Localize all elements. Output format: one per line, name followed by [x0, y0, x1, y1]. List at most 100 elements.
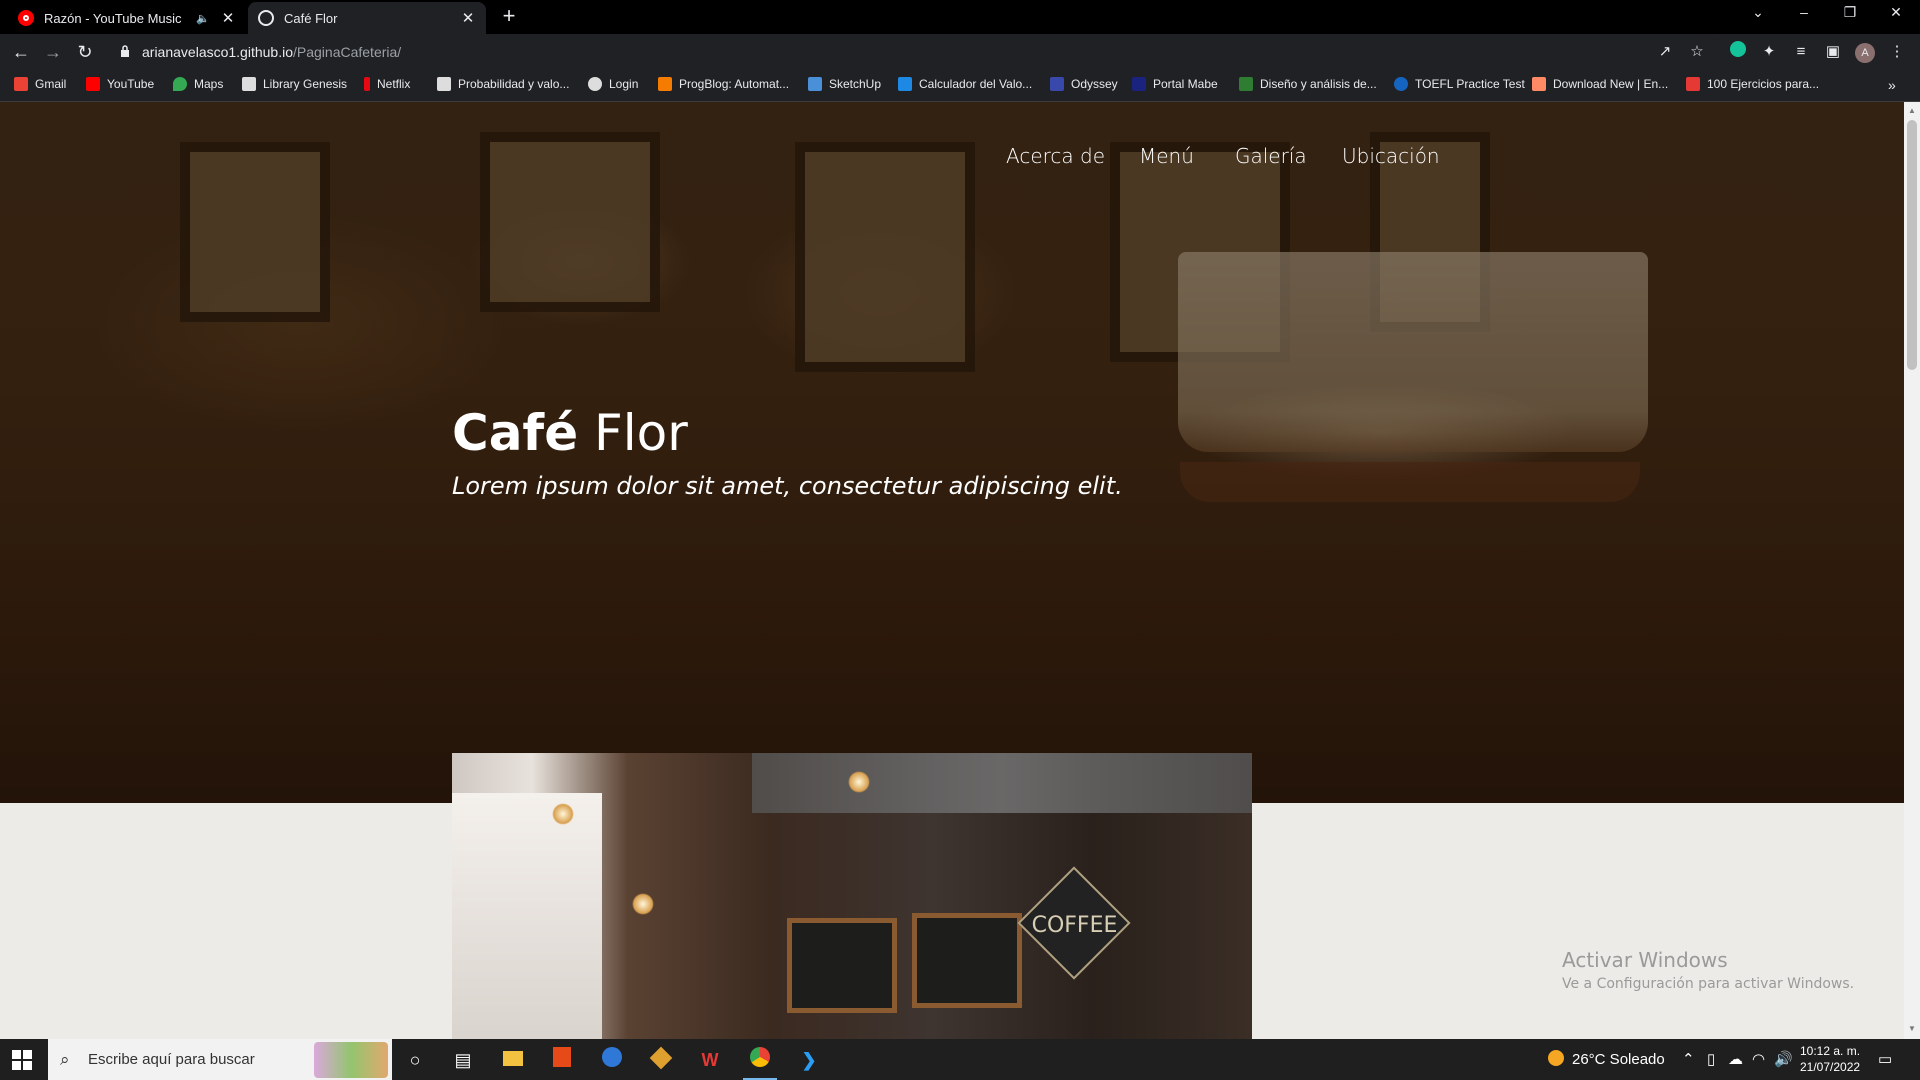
bookmark-library-genesis[interactable]: Library Genesis	[242, 77, 347, 91]
close-window-button[interactable]: ✕	[1884, 4, 1908, 21]
task-view-icon[interactable]: ▤	[450, 1047, 476, 1073]
speaker-icon[interactable]: 🔈	[196, 12, 210, 25]
tab-youtube-music[interactable]: Razón - YouTube Music 🔈 ✕	[8, 2, 246, 34]
bookmark-youtube[interactable]: YouTube	[86, 77, 154, 91]
firefox-icon[interactable]	[599, 1047, 625, 1073]
youtube-icon	[86, 77, 100, 91]
bookmark-label: Diseño y análisis de...	[1260, 77, 1377, 91]
bookmark-100-ejercicios[interactable]: 100 Ejercicios para...	[1686, 77, 1819, 91]
web-page: Acerca de Menú Galería Ubicación Café Fl…	[0, 102, 1904, 1039]
bookmark-diseno[interactable]: Diseño y análisis de...	[1239, 77, 1377, 91]
calculator-icon	[898, 77, 912, 91]
reading-list-icon[interactable]: ≡	[1790, 41, 1812, 63]
netflix-icon	[364, 77, 370, 91]
nav-menu[interactable]: Menú	[1139, 144, 1194, 168]
bookmark-download-new[interactable]: Download New | En...	[1532, 77, 1668, 91]
hero-section: Acerca de Menú Galería Ubicación Café Fl…	[0, 102, 1904, 803]
sketchup-icon	[808, 77, 822, 91]
scroll-up-icon[interactable]: ▲	[1908, 106, 1916, 115]
forward-button[interactable]: →	[42, 41, 64, 63]
volume-icon[interactable]: 🔊	[1774, 1050, 1793, 1068]
bookmarks-overflow-icon[interactable]: »	[1888, 77, 1896, 93]
extensions-icon[interactable]: ✦	[1758, 41, 1780, 63]
back-button[interactable]: ←	[10, 41, 32, 63]
bookmark-star-icon[interactable]: ☆	[1686, 41, 1708, 63]
restore-button[interactable]: ❐	[1838, 4, 1862, 21]
file-explorer-icon[interactable]	[500, 1047, 526, 1073]
login-icon	[588, 77, 602, 91]
windows-activation-watermark: Activar Windows Ve a Configuración para …	[1562, 948, 1854, 992]
clock-date: 21/07/2022	[1800, 1060, 1861, 1074]
bookmark-label: Portal Mabe	[1153, 77, 1218, 91]
lock-icon	[121, 45, 129, 57]
wifi-icon[interactable]: ◠	[1752, 1050, 1765, 1068]
meet-now-icon[interactable]: ▯	[1707, 1050, 1715, 1068]
bookmark-label: Netflix	[377, 77, 411, 91]
hero-title-bold: Café	[452, 404, 579, 462]
reload-button[interactable]: ↻	[74, 41, 96, 63]
notifications-icon[interactable]: ▭	[1878, 1050, 1892, 1068]
bookmark-maps[interactable]: Maps	[173, 77, 223, 91]
maps-pin-icon	[173, 77, 187, 91]
taskbar-clock[interactable]: 10:12 a. m. 21/07/2022	[1800, 1043, 1860, 1075]
bookmark-probabilidad[interactable]: Probabilidad y valo...	[437, 77, 569, 91]
wps-office-icon[interactable]: W	[697, 1047, 723, 1073]
windows-start-icon[interactable]	[12, 1050, 32, 1070]
search-highlight-image	[314, 1042, 388, 1078]
close-tab-icon[interactable]: ✕	[220, 9, 236, 27]
taskbar-search-box[interactable]: ⌕ Escribe aquí para buscar	[48, 1039, 392, 1080]
triangle-a-icon	[1239, 77, 1253, 91]
tab-search-chevron-icon[interactable]: ⌄	[1746, 4, 1770, 21]
weather-text: 26°C Soleado	[1572, 1051, 1665, 1068]
tab-cafe-flor[interactable]: Café Flor ✕	[248, 2, 486, 34]
address-bar[interactable]: arianavelasco1.github.io/PaginaCafeteria…	[104, 38, 1724, 66]
cortana-icon[interactable]: ○	[402, 1047, 428, 1073]
avatar[interactable]: A	[1854, 41, 1876, 63]
url-host: arianavelasco1.github.io	[142, 44, 293, 60]
close-tab-icon[interactable]: ✕	[460, 9, 476, 27]
nav-galeria[interactable]: Galería	[1235, 144, 1307, 168]
bookmark-portal-mabe[interactable]: Portal Mabe	[1132, 77, 1218, 91]
bookmark-calculador[interactable]: Calculador del Valo...	[898, 77, 1032, 91]
office-icon[interactable]	[549, 1047, 575, 1073]
bookmark-label: 100 Ejercicios para...	[1707, 77, 1820, 91]
photo-ceiling-duct	[752, 753, 1252, 813]
globe-icon	[258, 10, 274, 26]
share-icon[interactable]: ↗	[1654, 41, 1676, 63]
weather-widget[interactable]: 26°C Soleado	[1548, 1050, 1665, 1068]
page-scrollbar[interactable]: ▲ ▼	[1904, 102, 1920, 1039]
bookmark-login[interactable]: Login	[588, 77, 638, 91]
cafe-interior-photo: COFFEE	[452, 753, 1252, 1039]
photo-menu-board	[912, 913, 1022, 1008]
menu-icon[interactable]: ⋮	[1886, 41, 1908, 63]
grammarly-icon[interactable]	[1727, 41, 1749, 63]
bookmark-gmail[interactable]: Gmail	[14, 77, 66, 91]
tray-chevron-icon[interactable]: ⌃	[1682, 1050, 1695, 1068]
vscode-icon[interactable]: ❯	[796, 1047, 822, 1073]
app-diamond-icon[interactable]	[648, 1046, 674, 1073]
new-tab-button[interactable]: +	[498, 5, 520, 28]
bookmark-toefl[interactable]: TOEFL Practice Test	[1394, 77, 1525, 91]
bookmark-progblog[interactable]: ProgBlog: Automat...	[658, 77, 789, 91]
onedrive-icon[interactable]: ☁	[1728, 1050, 1743, 1068]
photo-lamp	[632, 893, 654, 915]
nav-acerca-de[interactable]: Acerca de	[1006, 144, 1105, 168]
bookmark-label: SketchUp	[829, 77, 882, 91]
side-panel-icon[interactable]: ▣	[1822, 41, 1844, 63]
photo-window	[452, 793, 602, 1039]
scrollbar-thumb[interactable]	[1907, 120, 1917, 370]
scroll-down-icon[interactable]: ▼	[1908, 1024, 1916, 1033]
bookmark-odyssey[interactable]: Odyssey	[1050, 77, 1118, 91]
bookmark-sketchup[interactable]: SketchUp	[808, 77, 881, 91]
activation-subtitle: Ve a Configuración para activar Windows.	[1562, 976, 1855, 992]
sun-icon	[1548, 1050, 1564, 1066]
bookmark-label: Calculador del Valo...	[919, 77, 1033, 91]
nav-ubicacion[interactable]: Ubicación	[1342, 144, 1440, 168]
chrome-icon[interactable]	[743, 1047, 777, 1080]
minimize-button[interactable]: –	[1792, 4, 1816, 20]
taskbar-search-placeholder: Escribe aquí para buscar	[88, 1051, 255, 1068]
tab-title: Razón - YouTube Music	[44, 10, 182, 26]
bookmark-netflix[interactable]: Netflix	[364, 77, 410, 91]
blogger-icon	[658, 77, 672, 91]
bookmark-label: TOEFL Practice Test	[1415, 77, 1525, 91]
